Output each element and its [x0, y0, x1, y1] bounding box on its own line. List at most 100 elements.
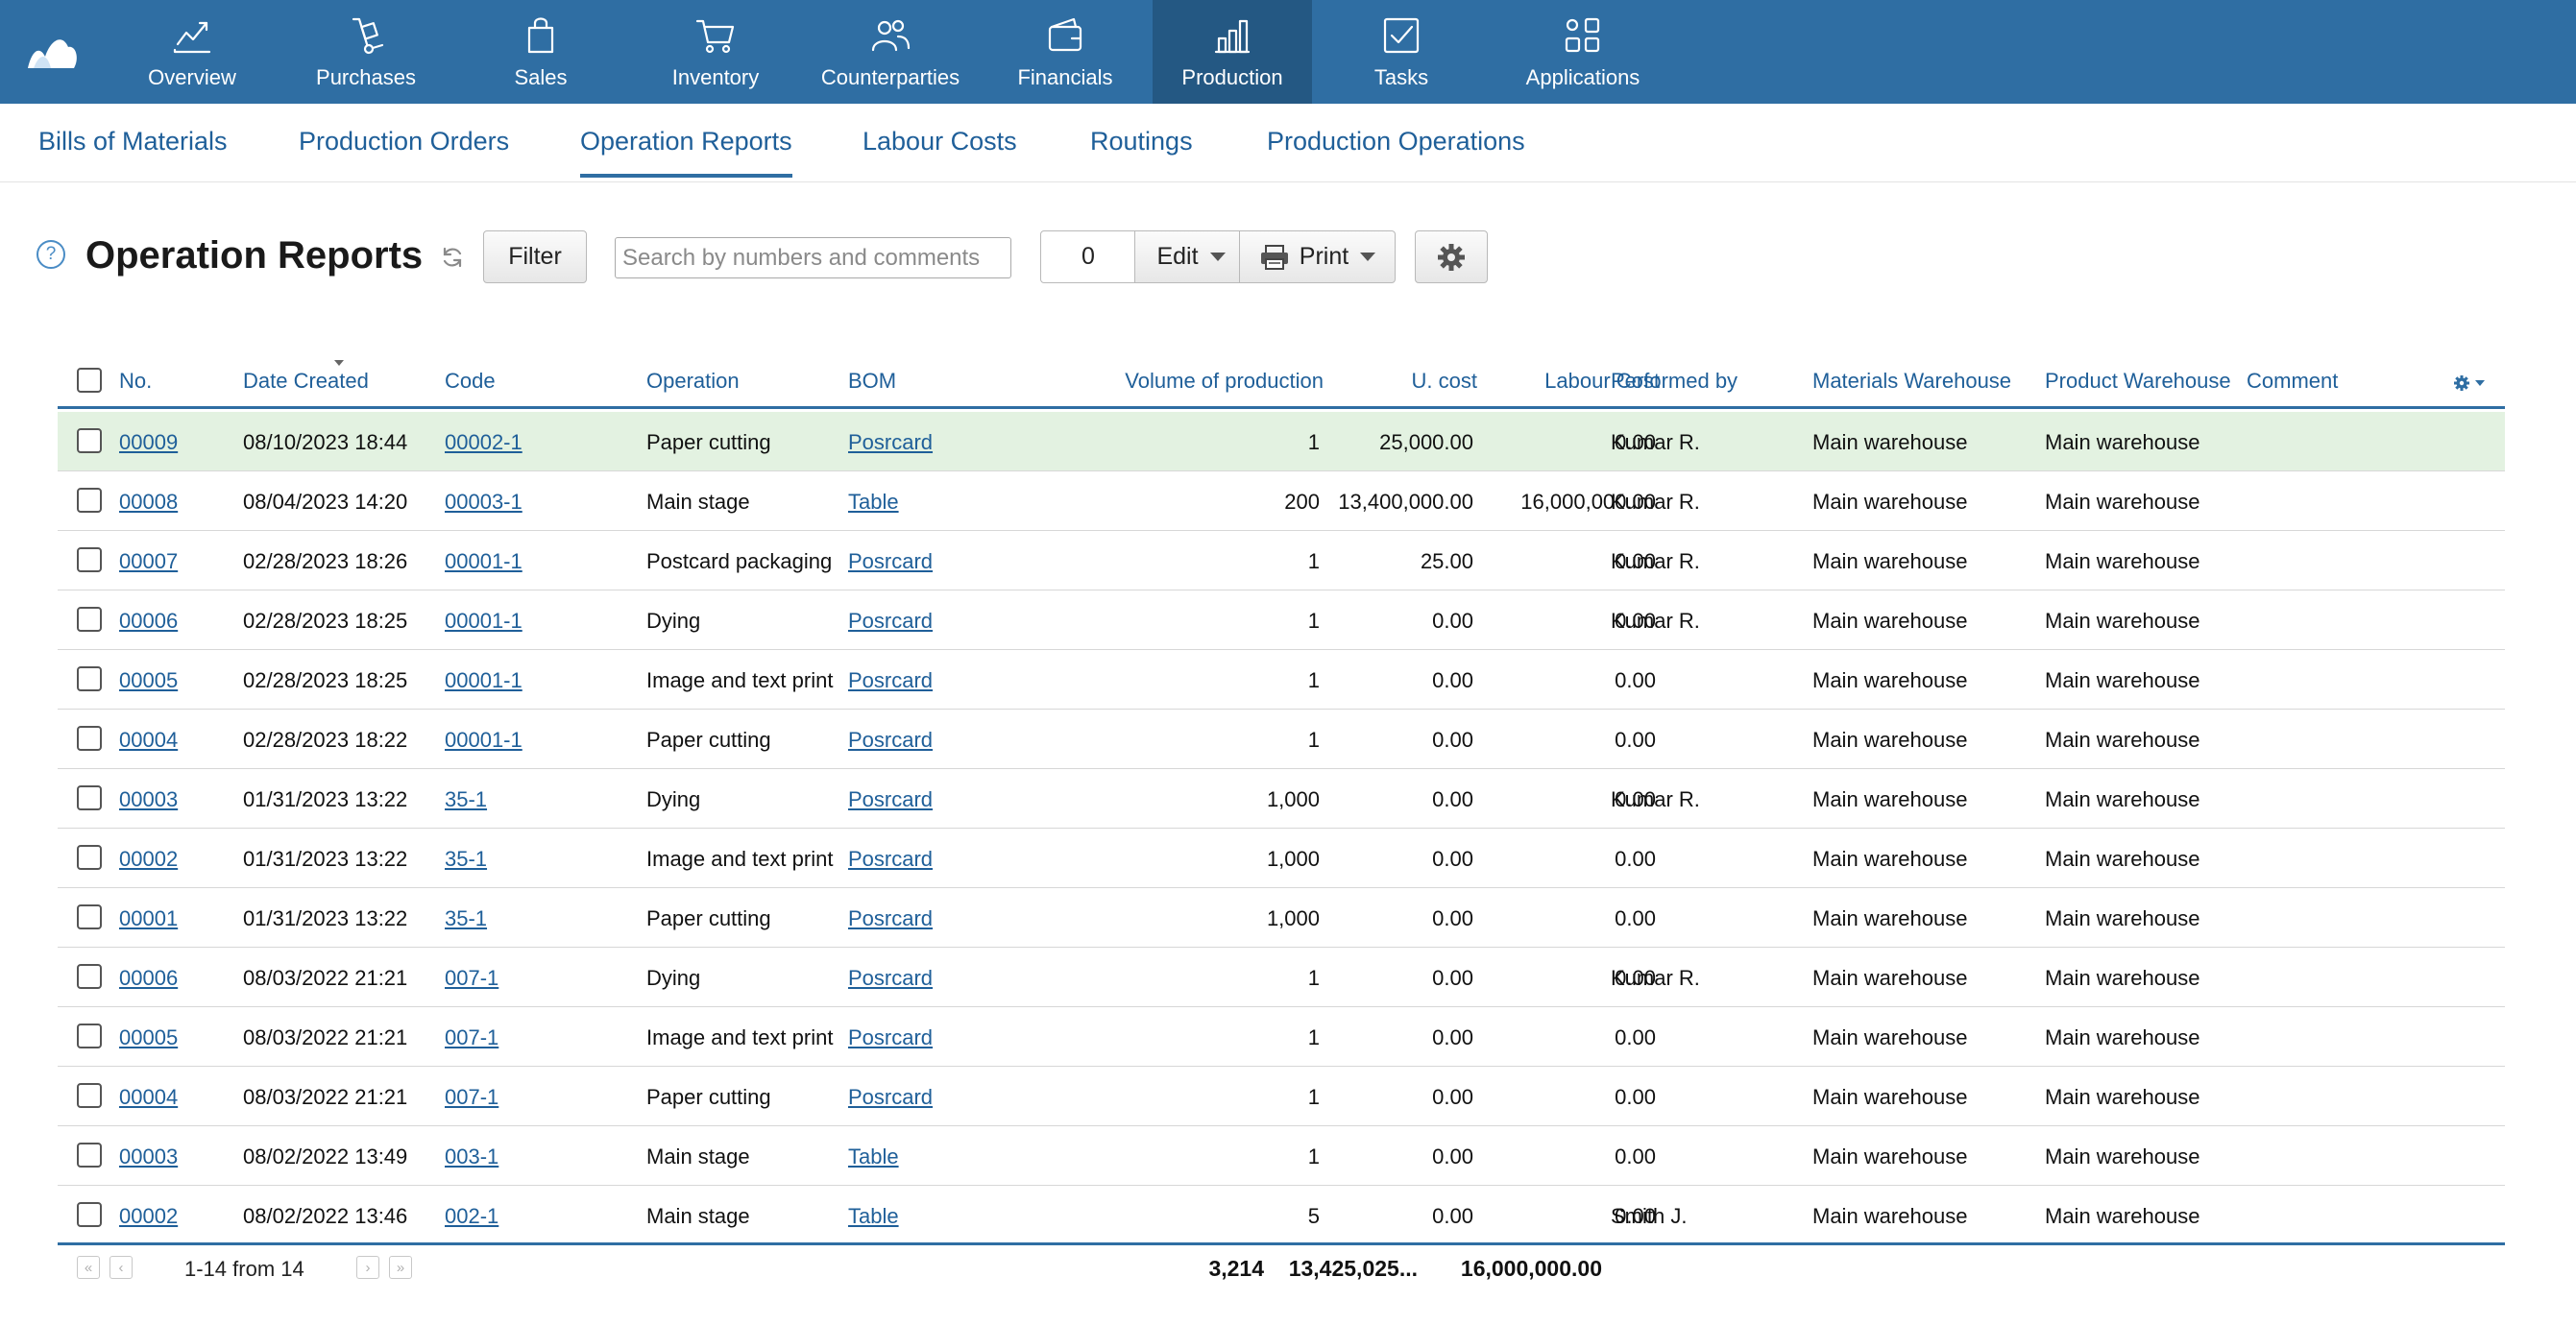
cell-no[interactable]: 00008 — [119, 490, 178, 515]
previous-page-button[interactable]: ‹ — [109, 1256, 133, 1279]
nav-sales[interactable]: Sales — [453, 0, 628, 104]
tab-production-orders[interactable]: Production Orders — [299, 127, 509, 157]
column-header-product-warehouse[interactable]: Product Warehouse — [2045, 369, 2231, 394]
cell-bom[interactable]: Posrcard — [848, 728, 933, 753]
cell-bom[interactable]: Posrcard — [848, 966, 933, 991]
column-header-comment[interactable]: Comment — [2247, 369, 2338, 394]
cell-code[interactable]: 007-1 — [445, 966, 498, 991]
table-row[interactable]: 00002 08/02/2022 13:46 002-1 Main stage Tabl… — [58, 1186, 2505, 1245]
last-page-button[interactable]: » — [389, 1256, 412, 1279]
tab-operation-reports[interactable]: Operation Reports — [580, 127, 792, 178]
nav-inventory[interactable]: Inventory — [628, 0, 803, 104]
row-checkbox[interactable] — [77, 488, 102, 513]
cell-code[interactable]: 007-1 — [445, 1085, 498, 1110]
app-logo[interactable] — [0, 0, 106, 104]
column-settings-button[interactable] — [2453, 373, 2486, 398]
table-row[interactable]: 00009 08/10/2023 18:44 00002-1 Paper cuttin… — [58, 412, 2505, 471]
table-row[interactable]: 00004 02/28/2023 18:22 00001-1 Paper cuttin… — [58, 710, 2505, 769]
column-header-ucost[interactable]: U. cost — [1412, 369, 1477, 394]
row-checkbox[interactable] — [77, 1083, 102, 1108]
filter-button[interactable]: Filter — [483, 230, 587, 283]
table-row[interactable]: 00004 08/03/2022 21:21 007-1 Paper cutting P… — [58, 1067, 2505, 1126]
select-all-checkbox[interactable] — [77, 368, 102, 393]
row-checkbox[interactable] — [77, 547, 102, 572]
cell-bom[interactable]: Posrcard — [848, 906, 933, 931]
cell-code[interactable]: 007-1 — [445, 1025, 498, 1050]
settings-button[interactable] — [1415, 230, 1488, 283]
table-row[interactable]: 00006 08/03/2022 21:21 007-1 Dying Posrcard 1… — [58, 948, 2505, 1007]
column-header-code[interactable]: Code — [445, 369, 496, 394]
cell-bom[interactable]: Posrcard — [848, 787, 933, 812]
table-row[interactable]: 00008 08/04/2023 14:20 00003-1 Main stage Ta… — [58, 471, 2505, 531]
column-header-bom[interactable]: BOM — [848, 369, 896, 394]
table-row[interactable]: 00001 01/31/2023 13:22 35-1 Paper cutting Po… — [58, 888, 2505, 948]
cell-no[interactable]: 00006 — [119, 609, 178, 634]
cell-no[interactable]: 00009 — [119, 430, 178, 455]
nav-counterparties[interactable]: Counterparties — [803, 0, 978, 104]
nav-purchases[interactable]: Purchases — [279, 0, 453, 104]
row-checkbox[interactable] — [77, 607, 102, 632]
print-button[interactable]: Print — [1239, 230, 1396, 283]
column-header-no[interactable]: No. — [119, 369, 152, 394]
cell-bom[interactable]: Posrcard — [848, 549, 933, 574]
row-checkbox[interactable] — [77, 428, 102, 453]
column-header-date[interactable]: Date Created — [243, 360, 369, 394]
column-header-operation[interactable]: Operation — [646, 369, 740, 394]
nav-production[interactable]: Production — [1153, 0, 1312, 104]
table-row[interactable]: 00007 02/28/2023 18:26 00001-1 Postcard pac… — [58, 531, 2505, 590]
nav-financials[interactable]: Financials — [978, 0, 1153, 104]
cell-no[interactable]: 00001 — [119, 906, 178, 931]
cell-bom[interactable]: Posrcard — [848, 609, 933, 634]
row-checkbox[interactable] — [77, 964, 102, 989]
column-header-volume[interactable]: Volume of production — [1125, 369, 1324, 394]
row-checkbox[interactable] — [77, 666, 102, 691]
cell-no[interactable]: 00003 — [119, 787, 178, 812]
cell-code[interactable]: 00001-1 — [445, 728, 522, 753]
table-row[interactable]: 00006 02/28/2023 18:25 00001-1 Dying Posrcar… — [58, 590, 2505, 650]
cell-no[interactable]: 00006 — [119, 966, 178, 991]
cell-bom[interactable]: Posrcard — [848, 668, 933, 693]
row-checkbox[interactable] — [77, 904, 102, 929]
cell-code[interactable]: 35-1 — [445, 787, 487, 812]
tab-bills-of-materials[interactable]: Bills of Materials — [38, 127, 228, 157]
cell-code[interactable]: 35-1 — [445, 906, 487, 931]
cell-bom[interactable]: Posrcard — [848, 430, 933, 455]
nav-overview[interactable]: Overview — [106, 0, 279, 104]
row-checkbox[interactable] — [77, 845, 102, 870]
row-checkbox[interactable] — [77, 726, 102, 751]
table-row[interactable]: 00005 02/28/2023 18:25 00001-1 Image and te… — [58, 650, 2505, 710]
cell-bom[interactable]: Table — [848, 490, 899, 515]
cell-code[interactable]: 002-1 — [445, 1204, 498, 1229]
cell-bom[interactable]: Posrcard — [848, 1025, 933, 1050]
column-header-materials-warehouse[interactable]: Materials Warehouse — [1812, 369, 2011, 394]
cell-code[interactable]: 003-1 — [445, 1144, 498, 1169]
row-checkbox[interactable] — [77, 785, 102, 810]
cell-no[interactable]: 00004 — [119, 1085, 178, 1110]
next-page-button[interactable]: › — [356, 1256, 379, 1279]
cell-no[interactable]: 00002 — [119, 847, 178, 872]
table-row[interactable]: 00003 01/31/2023 13:22 35-1 Dying Posrcard 1,… — [58, 769, 2505, 829]
table-row[interactable]: 00002 01/31/2023 13:22 35-1 Image and text … — [58, 829, 2505, 888]
cell-bom[interactable]: Table — [848, 1204, 899, 1229]
cell-code[interactable]: 00001-1 — [445, 668, 522, 693]
tab-production-operations[interactable]: Production Operations — [1267, 127, 1525, 157]
table-row[interactable]: 00003 08/02/2022 13:49 003-1 Main stage Tabl… — [58, 1126, 2505, 1186]
cell-no[interactable]: 00003 — [119, 1144, 178, 1169]
cell-no[interactable]: 00007 — [119, 549, 178, 574]
cell-no[interactable]: 00004 — [119, 728, 178, 753]
cell-bom[interactable]: Posrcard — [848, 847, 933, 872]
help-icon[interactable]: ? — [36, 240, 65, 269]
cell-code[interactable]: 00001-1 — [445, 549, 522, 574]
cell-no[interactable]: 00005 — [119, 1025, 178, 1050]
edit-button[interactable]: Edit — [1134, 230, 1240, 283]
row-checkbox[interactable] — [77, 1202, 102, 1227]
refresh-icon[interactable] — [440, 245, 465, 270]
column-header-performed-by[interactable]: Performed by — [1611, 369, 1738, 394]
tab-labour-costs[interactable]: Labour Costs — [863, 127, 1017, 157]
tab-routings[interactable]: Routings — [1090, 127, 1193, 157]
nav-applications[interactable]: Applications — [1491, 0, 1675, 104]
nav-tasks[interactable]: Tasks — [1312, 0, 1491, 104]
cell-no[interactable]: 00005 — [119, 668, 178, 693]
table-row[interactable]: 00005 08/03/2022 21:21 007-1 Image and text… — [58, 1007, 2505, 1067]
first-page-button[interactable]: « — [77, 1256, 100, 1279]
